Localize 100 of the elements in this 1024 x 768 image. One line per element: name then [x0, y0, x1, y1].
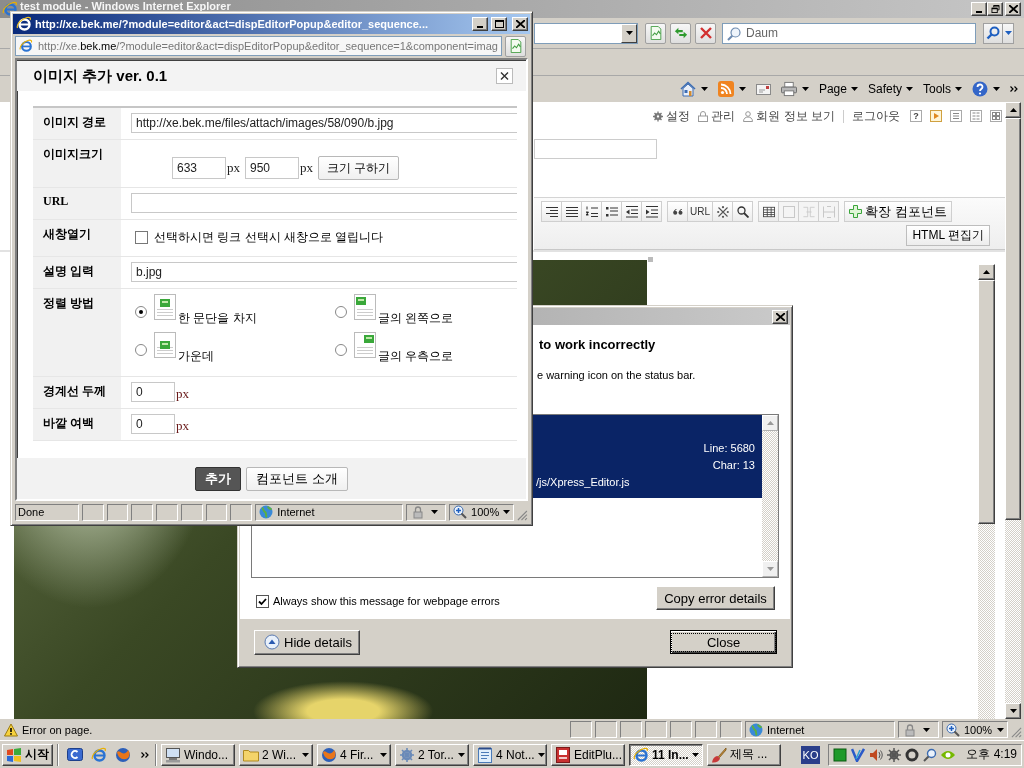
list-view-icon[interactable]: [950, 110, 962, 122]
checkbox-label[interactable]: 선택하시면 링크 선택시 새창으로 열립니다: [154, 229, 384, 246]
search-options-button[interactable]: [1002, 22, 1014, 44]
grid-view-icon[interactable]: [990, 110, 1002, 122]
input-field[interactable]: b.jpg: [131, 262, 517, 282]
taskbar-button[interactable]: EditPlu...: [551, 743, 625, 766]
url-button[interactable]: URL: [687, 201, 713, 222]
crescent-tile-icon[interactable]: [67, 746, 83, 763]
scroll-up-button[interactable]: [1005, 102, 1021, 118]
search-field[interactable]: Daum: [722, 22, 976, 44]
ring-icon[interactable]: [905, 747, 919, 762]
minimize-button[interactable]: [472, 17, 488, 31]
compatibility-view-button[interactable]: [645, 22, 666, 44]
scroll-down-button[interactable]: [1005, 703, 1021, 719]
input-field[interactable]: 0: [131, 382, 175, 402]
square-icon[interactable]: [833, 747, 847, 762]
special-character-button[interactable]: [712, 201, 733, 222]
close-button[interactable]: Close: [670, 630, 777, 654]
stop-button[interactable]: [695, 22, 716, 44]
refresh-button[interactable]: [670, 22, 691, 44]
user-link[interactable]: 설정: [653, 107, 691, 125]
checkbox-label[interactable]: Always show this message for webpage errors: [273, 595, 500, 607]
html-editor-button[interactable]: HTML 편집기: [906, 225, 990, 246]
browser-logo-icon[interactable]: [91, 746, 107, 763]
find-button[interactable]: [732, 201, 753, 222]
checkbox[interactable]: [135, 231, 148, 244]
magnifier-icon[interactable]: [923, 747, 937, 762]
field-label: 이미지 경로: [33, 108, 121, 139]
resize-grip[interactable]: [1011, 727, 1022, 738]
fox-globe-icon[interactable]: [115, 746, 131, 763]
v-shape-icon[interactable]: [851, 747, 865, 762]
gear-icon[interactable]: [887, 747, 901, 762]
scroll-up-button[interactable]: [978, 264, 995, 280]
copy-error-details-button[interactable]: Copy error details: [656, 586, 775, 610]
start-button[interactable]: 시작: [2, 743, 53, 766]
status-pane: [180, 503, 203, 521]
taskbar-button[interactable]: 4 Not...: [473, 743, 547, 766]
minimize-button[interactable]: [971, 2, 987, 16]
user-link[interactable]: 관리: [698, 107, 736, 125]
dialog-button[interactable]: 컴포넌트 소개: [246, 466, 348, 491]
document-image-icon: [154, 294, 176, 320]
taskbar-button[interactable]: Windo...: [161, 743, 235, 766]
help-button[interactable]: ?: [910, 110, 922, 122]
dialog-button[interactable]: 추가: [195, 466, 242, 491]
zoom-button[interactable]: 100%: [942, 721, 1008, 738]
hide-details-button[interactable]: Hide details: [254, 629, 360, 655]
resize-grip[interactable]: [517, 510, 528, 521]
get-size-button[interactable]: 크기 구하기: [318, 156, 400, 180]
taskbar-button[interactable]: 2 Wi...: [239, 743, 313, 766]
scrollbar-thumb[interactable]: [978, 280, 995, 524]
numbered-list-button[interactable]: [581, 201, 602, 222]
protected-mode-button[interactable]: [405, 503, 447, 521]
option-label[interactable]: 한 문단을 차지: [178, 310, 257, 327]
speaker-icon[interactable]: [869, 747, 883, 762]
restore-button[interactable]: [987, 2, 1003, 16]
taskbar-button[interactable]: 2 Tor...: [395, 743, 469, 766]
input-field[interactable]: [131, 193, 517, 213]
input-field[interactable]: 950: [245, 157, 299, 179]
dropdown-button[interactable]: [621, 23, 637, 43]
option-label[interactable]: 글의 왼쪽으로: [378, 310, 454, 327]
option-label[interactable]: 글의 우측으로: [378, 348, 454, 365]
justify-button[interactable]: [561, 201, 582, 222]
address-field[interactable]: [534, 22, 638, 44]
radio-button[interactable]: [335, 344, 347, 356]
input-field[interactable]: http://xe.bek.me/files/attach/images/58/090/b.jpg: [131, 113, 517, 133]
checkbox[interactable]: [256, 594, 269, 608]
up-arrow-circle-icon: [264, 634, 280, 650]
menu-button[interactable]: Safety: [864, 78, 916, 100]
menu-button[interactable]: Tools: [920, 78, 965, 100]
scrollbar[interactable]: [1005, 102, 1021, 719]
align-right-button[interactable]: [541, 201, 562, 222]
input-field[interactable]: 633: [172, 157, 226, 179]
menu-button[interactable]: Page: [815, 78, 861, 100]
table-tool-button[interactable]: [758, 201, 779, 222]
zoom-button[interactable]: 100%: [449, 503, 515, 521]
indent-button[interactable]: [641, 201, 662, 222]
title-field[interactable]: [534, 139, 657, 159]
close-button[interactable]: [496, 68, 513, 84]
option-label[interactable]: 가운데: [178, 348, 214, 365]
input-field[interactable]: 0: [131, 414, 175, 434]
outdent-button[interactable]: [621, 201, 642, 222]
taskbar-button[interactable]: 11 In...: [629, 743, 703, 766]
user-link[interactable]: 로그아웃: [852, 107, 900, 125]
address-field[interactable]: http://xe.bek.me/?module=editor&act=dispEditorPopup&editor_sequence=1&component=imag: [15, 36, 502, 56]
taskbar-button[interactable]: 제목 ...: [707, 743, 781, 766]
quote-button[interactable]: [667, 201, 688, 222]
search-button[interactable]: [983, 22, 1002, 44]
language-indicator[interactable]: KO: [801, 745, 820, 764]
scrollbar-thumb[interactable]: [1005, 118, 1021, 520]
resize-handle[interactable]: [648, 257, 653, 262]
scrollbar[interactable]: [978, 264, 995, 719]
radio-button[interactable]: [135, 344, 147, 356]
extension-component-button[interactable]: 확장 컴포넌트: [844, 201, 952, 222]
taskbar-button[interactable]: 4 Fir...: [317, 743, 391, 766]
user-link[interactable]: 회원 정보 보기: [743, 107, 835, 125]
protected-mode-button[interactable]: [898, 721, 939, 738]
maximize-button[interactable]: [491, 17, 507, 31]
zoom-icon: [946, 722, 960, 737]
radio-button[interactable]: [335, 306, 347, 318]
radio-button[interactable]: [135, 306, 147, 318]
